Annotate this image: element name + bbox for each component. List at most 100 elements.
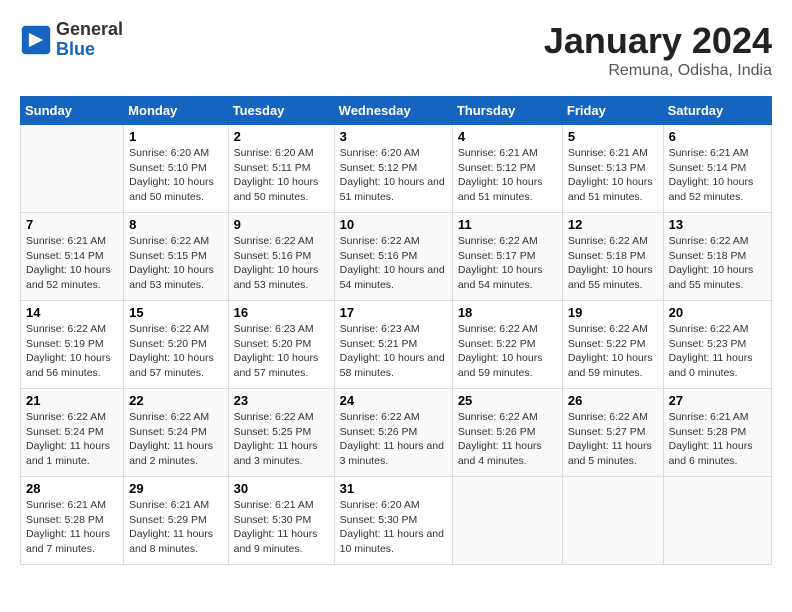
day-info: Sunrise: 6:22 AMSunset: 5:22 PMDaylight:… [458,322,557,381]
calendar-day-cell: 1Sunrise: 6:20 AMSunset: 5:10 PMDaylight… [124,125,228,213]
day-info: Sunrise: 6:22 AMSunset: 5:18 PMDaylight:… [669,234,766,293]
calendar-day-cell: 25Sunrise: 6:22 AMSunset: 5:26 PMDayligh… [452,389,562,477]
day-info: Sunrise: 6:20 AMSunset: 5:11 PMDaylight:… [234,146,329,205]
day-number: 30 [234,481,329,496]
calendar-day-cell [21,125,124,213]
day-info: Sunrise: 6:20 AMSunset: 5:12 PMDaylight:… [340,146,447,205]
day-number: 18 [458,305,557,320]
day-number: 9 [234,217,329,232]
day-number: 16 [234,305,329,320]
logo-icon [20,24,52,56]
calendar-day-cell: 17Sunrise: 6:23 AMSunset: 5:21 PMDayligh… [334,301,452,389]
day-info: Sunrise: 6:21 AMSunset: 5:28 PMDaylight:… [26,498,118,557]
calendar-day-cell: 13 Sunrise: 6:22 AMSunset: 5:18 PMDayligh… [663,213,771,301]
calendar-day-cell: 6Sunrise: 6:21 AMSunset: 5:14 PMDaylight… [663,125,771,213]
calendar-day-cell: 24 Sunrise: 6:22 AMSunset: 5:26 PMDayligh… [334,389,452,477]
day-number: 5 [568,129,658,144]
day-info: Sunrise: 6:22 AMSunset: 5:15 PMDaylight:… [129,234,222,293]
day-number: 24 [340,393,447,408]
calendar-day-cell: 26 Sunrise: 6:22 AMSunset: 5:27 PMDayligh… [562,389,663,477]
day-info: Sunrise: 6:21 AMSunset: 5:29 PMDaylight:… [129,498,222,557]
day-info: Sunrise: 6:22 AMSunset: 5:23 PMDaylight:… [669,322,766,381]
day-number: 22 [129,393,222,408]
day-number: 4 [458,129,557,144]
day-info: Sunrise: 6:22 AMSunset: 5:17 PMDaylight:… [458,234,557,293]
day-number: 14 [26,305,118,320]
calendar-week-row: 14 Sunrise: 6:22 AMSunset: 5:19 PMDayligh… [21,301,772,389]
day-info: Sunrise: 6:22 AMSunset: 5:26 PMDaylight:… [340,410,447,469]
day-number: 8 [129,217,222,232]
day-info: Sunrise: 6:22 AMSunset: 5:24 PMDaylight:… [129,410,222,469]
calendar-day-cell: 23Sunrise: 6:22 AMSunset: 5:25 PMDayligh… [228,389,334,477]
calendar-day-cell: 9 Sunrise: 6:22 AMSunset: 5:16 PMDaylight… [228,213,334,301]
calendar-day-cell: 27 Sunrise: 6:21 AMSunset: 5:28 PMDayligh… [663,389,771,477]
day-number: 15 [129,305,222,320]
calendar-week-row: 7 Sunrise: 6:21 AMSunset: 5:14 PMDaylight… [21,213,772,301]
logo-line1: General [56,20,123,40]
day-number: 28 [26,481,118,496]
logo-text: General Blue [56,20,123,60]
calendar-day-cell: 12 Sunrise: 6:22 AMSunset: 5:18 PMDayligh… [562,213,663,301]
day-number: 12 [568,217,658,232]
day-info: Sunrise: 6:22 AMSunset: 5:16 PMDaylight:… [234,234,329,293]
day-info: Sunrise: 6:20 AMSunset: 5:10 PMDaylight:… [129,146,222,205]
logo: General Blue [20,20,123,60]
day-info: Sunrise: 6:22 AMSunset: 5:19 PMDaylight:… [26,322,118,381]
page-header: General Blue January 2024 Remuna, Odisha… [20,20,772,80]
calendar-day-cell: 21 Sunrise: 6:22 AMSunset: 5:24 PMDayligh… [21,389,124,477]
day-info: Sunrise: 6:21 AMSunset: 5:14 PMDaylight:… [26,234,118,293]
day-info: Sunrise: 6:21 AMSunset: 5:28 PMDaylight:… [669,410,766,469]
calendar-week-row: 28 Sunrise: 6:21 AMSunset: 5:28 PMDayligh… [21,477,772,565]
location: Remuna, Odisha, India [544,62,772,80]
day-number: 26 [568,393,658,408]
day-number: 7 [26,217,118,232]
calendar-day-cell: 31 Sunrise: 6:20 AMSunset: 5:30 PMDayligh… [334,477,452,565]
calendar-body: 1Sunrise: 6:20 AMSunset: 5:10 PMDaylight… [21,125,772,565]
weekday-header: Wednesday [334,97,452,125]
calendar-day-cell: 20 Sunrise: 6:22 AMSunset: 5:23 PMDayligh… [663,301,771,389]
day-number: 23 [234,393,329,408]
calendar-day-cell: 29 Sunrise: 6:21 AMSunset: 5:29 PMDayligh… [124,477,228,565]
day-number: 17 [340,305,447,320]
day-number: 20 [669,305,766,320]
title-block: January 2024 Remuna, Odisha, India [544,20,772,80]
day-info: Sunrise: 6:23 AMSunset: 5:20 PMDaylight:… [234,322,329,381]
calendar-day-cell: 5 Sunrise: 6:21 AMSunset: 5:13 PMDaylight… [562,125,663,213]
day-number: 10 [340,217,447,232]
day-number: 13 [669,217,766,232]
logo-line2: Blue [56,40,123,60]
calendar-week-row: 1Sunrise: 6:20 AMSunset: 5:10 PMDaylight… [21,125,772,213]
day-number: 29 [129,481,222,496]
weekday-header: Saturday [663,97,771,125]
day-info: Sunrise: 6:21 AMSunset: 5:13 PMDaylight:… [568,146,658,205]
day-info: Sunrise: 6:21 AMSunset: 5:12 PMDaylight:… [458,146,557,205]
calendar-day-cell: 11Sunrise: 6:22 AMSunset: 5:17 PMDayligh… [452,213,562,301]
weekday-header: Monday [124,97,228,125]
calendar-day-cell: 28 Sunrise: 6:21 AMSunset: 5:28 PMDayligh… [21,477,124,565]
day-info: Sunrise: 6:22 AMSunset: 5:26 PMDaylight:… [458,410,557,469]
calendar-day-cell: 22 Sunrise: 6:22 AMSunset: 5:24 PMDayligh… [124,389,228,477]
calendar-day-cell: 15Sunrise: 6:22 AMSunset: 5:20 PMDayligh… [124,301,228,389]
day-info: Sunrise: 6:22 AMSunset: 5:18 PMDaylight:… [568,234,658,293]
calendar-day-cell: 30Sunrise: 6:21 AMSunset: 5:30 PMDayligh… [228,477,334,565]
calendar-day-cell: 7 Sunrise: 6:21 AMSunset: 5:14 PMDaylight… [21,213,124,301]
day-info: Sunrise: 6:22 AMSunset: 5:27 PMDaylight:… [568,410,658,469]
calendar-day-cell: 16 Sunrise: 6:23 AMSunset: 5:20 PMDayligh… [228,301,334,389]
day-number: 2 [234,129,329,144]
calendar-table: SundayMondayTuesdayWednesdayThursdayFrid… [20,96,772,565]
day-number: 21 [26,393,118,408]
calendar-day-cell [663,477,771,565]
weekday-header: Sunday [21,97,124,125]
calendar-day-cell [452,477,562,565]
calendar-day-cell: 14 Sunrise: 6:22 AMSunset: 5:19 PMDayligh… [21,301,124,389]
day-info: Sunrise: 6:22 AMSunset: 5:24 PMDaylight:… [26,410,118,469]
calendar-day-cell: 2 Sunrise: 6:20 AMSunset: 5:11 PMDaylight… [228,125,334,213]
day-info: Sunrise: 6:20 AMSunset: 5:30 PMDaylight:… [340,498,447,557]
day-number: 3 [340,129,447,144]
calendar-day-cell: 3 Sunrise: 6:20 AMSunset: 5:12 PMDaylight… [334,125,452,213]
day-number: 27 [669,393,766,408]
calendar-day-cell: 10Sunrise: 6:22 AMSunset: 5:16 PMDayligh… [334,213,452,301]
day-number: 6 [669,129,766,144]
calendar-day-cell: 19Sunrise: 6:22 AMSunset: 5:22 PMDayligh… [562,301,663,389]
day-number: 31 [340,481,447,496]
